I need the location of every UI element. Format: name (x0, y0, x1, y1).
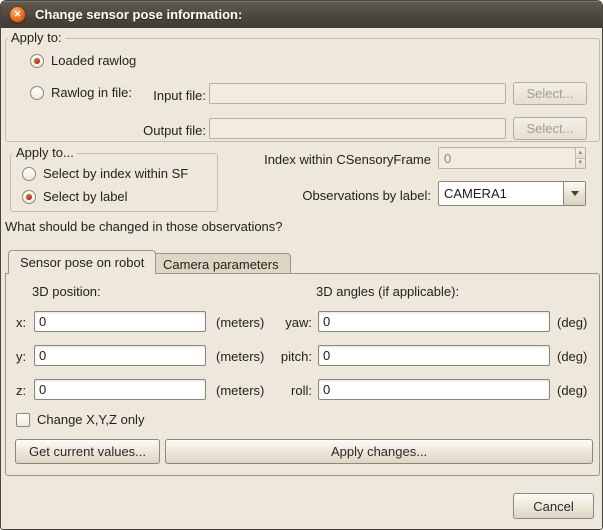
yaw-input[interactable] (318, 311, 550, 332)
index-within-sf-label: Index within CSensoryFrame (231, 152, 431, 167)
question-label: What should be changed in those observat… (5, 219, 283, 234)
loaded-rawlog-label: Loaded rawlog (51, 53, 136, 68)
selection-mode-frame-label: Apply to... (13, 145, 77, 160)
tab-camera-parameters-label: Camera parameters (163, 257, 279, 272)
tab-sensor-pose[interactable]: Sensor pose on robot (8, 250, 156, 274)
roll-input[interactable] (318, 379, 550, 400)
index-spinner: ▲ ▼ (438, 147, 586, 169)
dropdown-arrow-icon (571, 191, 579, 196)
apply-changes-button[interactable]: Apply changes... (165, 439, 593, 464)
selection-mode-frame: Apply to... Select by index within SF Se… (10, 153, 218, 212)
observations-by-label-label: Observations by label: (231, 188, 431, 203)
observations-combo-button[interactable] (563, 182, 585, 205)
close-icon: ✕ (14, 10, 22, 19)
spinner-up-icon: ▲ (576, 148, 585, 158)
spinner-buttons: ▲ ▼ (575, 148, 585, 168)
x-input[interactable] (34, 311, 206, 332)
output-file-field (209, 118, 506, 139)
input-file-field (209, 83, 506, 104)
change-xyz-only-checkbox[interactable] (16, 413, 30, 427)
input-file-label: Input file: (106, 88, 206, 103)
select-by-label-option: Select by label (22, 189, 128, 204)
input-file-select-button: Select... (513, 82, 587, 105)
close-button[interactable]: ✕ (9, 6, 26, 23)
change-xyz-only-label: Change X,Y,Z only (37, 412, 144, 427)
output-file-select-button: Select... (513, 117, 587, 140)
loaded-rawlog-option: Loaded rawlog (30, 53, 136, 68)
select-by-index-radio[interactable] (22, 167, 36, 181)
select-by-label-label: Select by label (43, 189, 128, 204)
tab-camera-parameters[interactable]: Camera parameters (151, 253, 291, 274)
x-label: x: (16, 315, 26, 330)
pitch-label: pitch: (260, 349, 312, 364)
roll-unit: (deg) (557, 383, 587, 398)
apply-to-frame: Apply to: Loaded rawlog Rawlog in file: … (5, 38, 600, 142)
spinner-down-icon: ▼ (576, 158, 585, 169)
yaw-label: yaw: (260, 315, 312, 330)
select-by-label-radio[interactable] (22, 190, 36, 204)
pitch-unit: (deg) (557, 349, 587, 364)
y-label: y: (16, 349, 26, 364)
observations-combo-value: CAMERA1 (439, 182, 563, 205)
y-input[interactable] (34, 345, 206, 366)
sensor-pose-panel: 3D position: 3D angles (if applicable): … (5, 273, 600, 476)
tab-sensor-pose-label: Sensor pose on robot (20, 255, 144, 270)
output-file-label: Output file: (106, 123, 206, 138)
y-unit: (meters) (216, 349, 264, 364)
x-unit: (meters) (216, 315, 264, 330)
get-current-values-button[interactable]: Get current values... (15, 439, 160, 464)
observations-combo[interactable]: CAMERA1 (438, 181, 586, 206)
cancel-button[interactable]: Cancel (513, 493, 594, 519)
z-unit: (meters) (216, 383, 264, 398)
window-title: Change sensor pose information: (35, 7, 242, 22)
yaw-unit: (deg) (557, 315, 587, 330)
angles-header: 3D angles (if applicable): (316, 284, 459, 299)
z-label: z: (16, 383, 26, 398)
change-xyz-only-option: Change X,Y,Z only (16, 412, 144, 427)
titlebar[interactable]: ✕ Change sensor pose information: (1, 1, 602, 28)
dialog-window: ✕ Change sensor pose information: Apply … (0, 0, 603, 530)
position-header: 3D position: (32, 284, 101, 299)
apply-to-frame-label: Apply to: (8, 30, 65, 45)
loaded-rawlog-radio[interactable] (30, 54, 44, 68)
z-input[interactable] (34, 379, 206, 400)
pitch-input[interactable] (318, 345, 550, 366)
select-by-index-option: Select by index within SF (22, 166, 188, 181)
select-by-index-label: Select by index within SF (43, 166, 188, 181)
index-spinner-field (439, 148, 575, 168)
rawlog-in-file-radio[interactable] (30, 86, 44, 100)
roll-label: roll: (260, 383, 312, 398)
